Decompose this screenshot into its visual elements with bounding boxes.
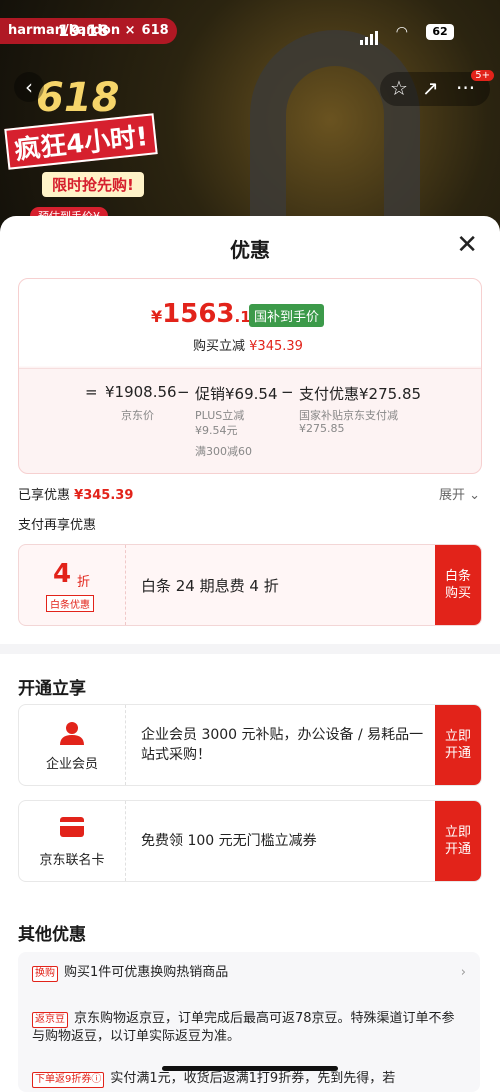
pay-discount: 支付优惠¥275.85	[299, 385, 422, 403]
divider	[19, 368, 481, 369]
card-left: 京东联名卡	[19, 801, 126, 881]
pay-more-label: 支付再享优惠	[18, 518, 97, 533]
list-item[interactable]: 返京豆 京东购物返京豆，订单完成后最高可返78京豆。特殊渠道订单不参与购物返豆，以…	[32, 1010, 466, 1046]
status-time: 19:18	[58, 21, 109, 40]
section-divider	[0, 644, 500, 654]
baitiao-unit: 折	[77, 575, 91, 590]
full-reduce: 满300减60	[195, 445, 252, 458]
enjoyed-discount: 已享优惠 ¥345.39	[18, 488, 134, 503]
promo-limit: 限时抢先购!	[42, 172, 144, 197]
sheet-title: 优惠	[230, 238, 270, 262]
baitiao-discount: 4 折 白条优惠	[19, 545, 126, 625]
list-item[interactable]: 换购 购买1件可优惠换购热销商品 ›	[32, 964, 466, 982]
open-section-title: 开通立享	[18, 679, 86, 699]
message-badge: 5+	[471, 70, 494, 81]
item-text: 购买1件可优惠换购热销商品	[64, 965, 229, 980]
other-discount-list: 换购 购买1件可优惠换购热销商品 › 返京豆 京东购物返京豆，订单完成后最高可返78…	[18, 952, 480, 1092]
chevron-right-icon: ›	[460, 965, 466, 980]
plus-value: ¥9.54元	[195, 424, 238, 437]
jd-price-label: 京东价	[121, 409, 154, 422]
wifi-icon: ◠	[395, 24, 408, 40]
price-card: ¥1563.17 国补到手价 购买立减 ¥345.39 = ¥1908.56 京…	[18, 278, 482, 474]
open-now-button[interactable]: 立即开通	[435, 801, 481, 881]
baitiao-tag: 白条优惠	[46, 595, 94, 612]
card-left: 企业会员	[19, 705, 126, 785]
expand-button[interactable]: 展开 ⌄	[439, 484, 480, 503]
chevron-left-icon: ‹	[25, 75, 33, 99]
product-image	[250, 30, 420, 240]
card-desc: 免费领 100 元无门槛立减券	[141, 833, 317, 849]
baitiao-desc: 白条 24 期息费 4 折	[141, 577, 279, 595]
price-formula: = ¥1908.56 京东价 − 促销¥69.54 PLUS立减 ¥9.54元 …	[19, 383, 481, 463]
subsidy-price-tag: 国补到手价	[249, 304, 325, 327]
enterprise-member-card[interactable]: 企业会员 企业会员 3000 元补贴，办公设备 / 易耗品一站式采购！ 立即开通	[18, 704, 482, 786]
list-item[interactable]: 下单返9折券ⓘ 实付满1元，收货后返满1打9折券，先到先得，若	[32, 1070, 466, 1088]
baitiao-buy-button[interactable]: 白条购买	[435, 545, 481, 625]
promo-amount: 促销¥69.54	[195, 385, 278, 403]
home-indicator[interactable]	[162, 1066, 338, 1071]
card-desc: 企业会员 3000 元补贴，办公设备 / 易耗品一站式采购！	[141, 727, 424, 763]
jd-co-brand-card[interactable]: 京东联名卡 免费领 100 元无门槛立减券 立即开通	[18, 800, 482, 882]
minus-sign: −	[281, 383, 294, 401]
share-icon[interactable]: ↗	[422, 76, 439, 100]
item-tag: 换购	[32, 966, 58, 982]
back-button[interactable]: ‹	[14, 72, 44, 102]
close-icon[interactable]: ✕	[456, 230, 478, 260]
plus-label: PLUS立减	[195, 409, 245, 422]
baitiao-card[interactable]: 4 折 白条优惠 白条 24 期息费 4 折 白条购买	[18, 544, 482, 626]
person-icon	[60, 722, 84, 745]
status-bar: harman/kardon × 618 19:18 ◠ 62	[0, 18, 500, 52]
item-text: 实付满1元，收货后返满1打9折券，先到先得，若	[110, 1071, 396, 1086]
other-section-title: 其他优惠	[18, 925, 86, 945]
minus-sign: −	[177, 383, 190, 401]
buy-reduce: 购买立减 ¥345.39	[193, 339, 303, 354]
item-tag: 下单返9折券ⓘ	[32, 1072, 105, 1088]
credit-card-icon	[60, 817, 84, 837]
card-name: 京东联名卡	[39, 853, 105, 868]
signal-icon	[360, 26, 380, 45]
open-now-button[interactable]: 立即开通	[435, 705, 481, 785]
chevron-down-icon: ⌄	[469, 488, 480, 503]
promo-618: 618	[36, 75, 120, 121]
item-tag: 返京豆	[32, 1012, 68, 1028]
pay-discount-value: ¥275.85	[299, 422, 345, 435]
equals-sign: =	[85, 383, 98, 401]
discount-sheet: 优惠 ✕ ¥1563.17 国补到手价 购买立减 ¥345.39 = ¥1908…	[0, 216, 500, 1092]
item-text: 京东购物返京豆，订单完成后最高可返78京豆。特殊渠道订单不参与购物返豆，以订单实…	[32, 1011, 455, 1044]
promo-crazy-4-hours: 疯狂4小时!	[4, 113, 158, 170]
baitiao-rate: 4	[53, 559, 72, 589]
pay-discount-label: 国家补贴京东支付减	[299, 409, 398, 422]
battery-icon: 62	[426, 24, 454, 40]
jd-price: ¥1908.56	[105, 383, 177, 401]
card-name: 企业会员	[45, 757, 98, 772]
final-price: ¥1563.17	[151, 299, 262, 329]
star-icon[interactable]: ☆	[390, 76, 408, 100]
